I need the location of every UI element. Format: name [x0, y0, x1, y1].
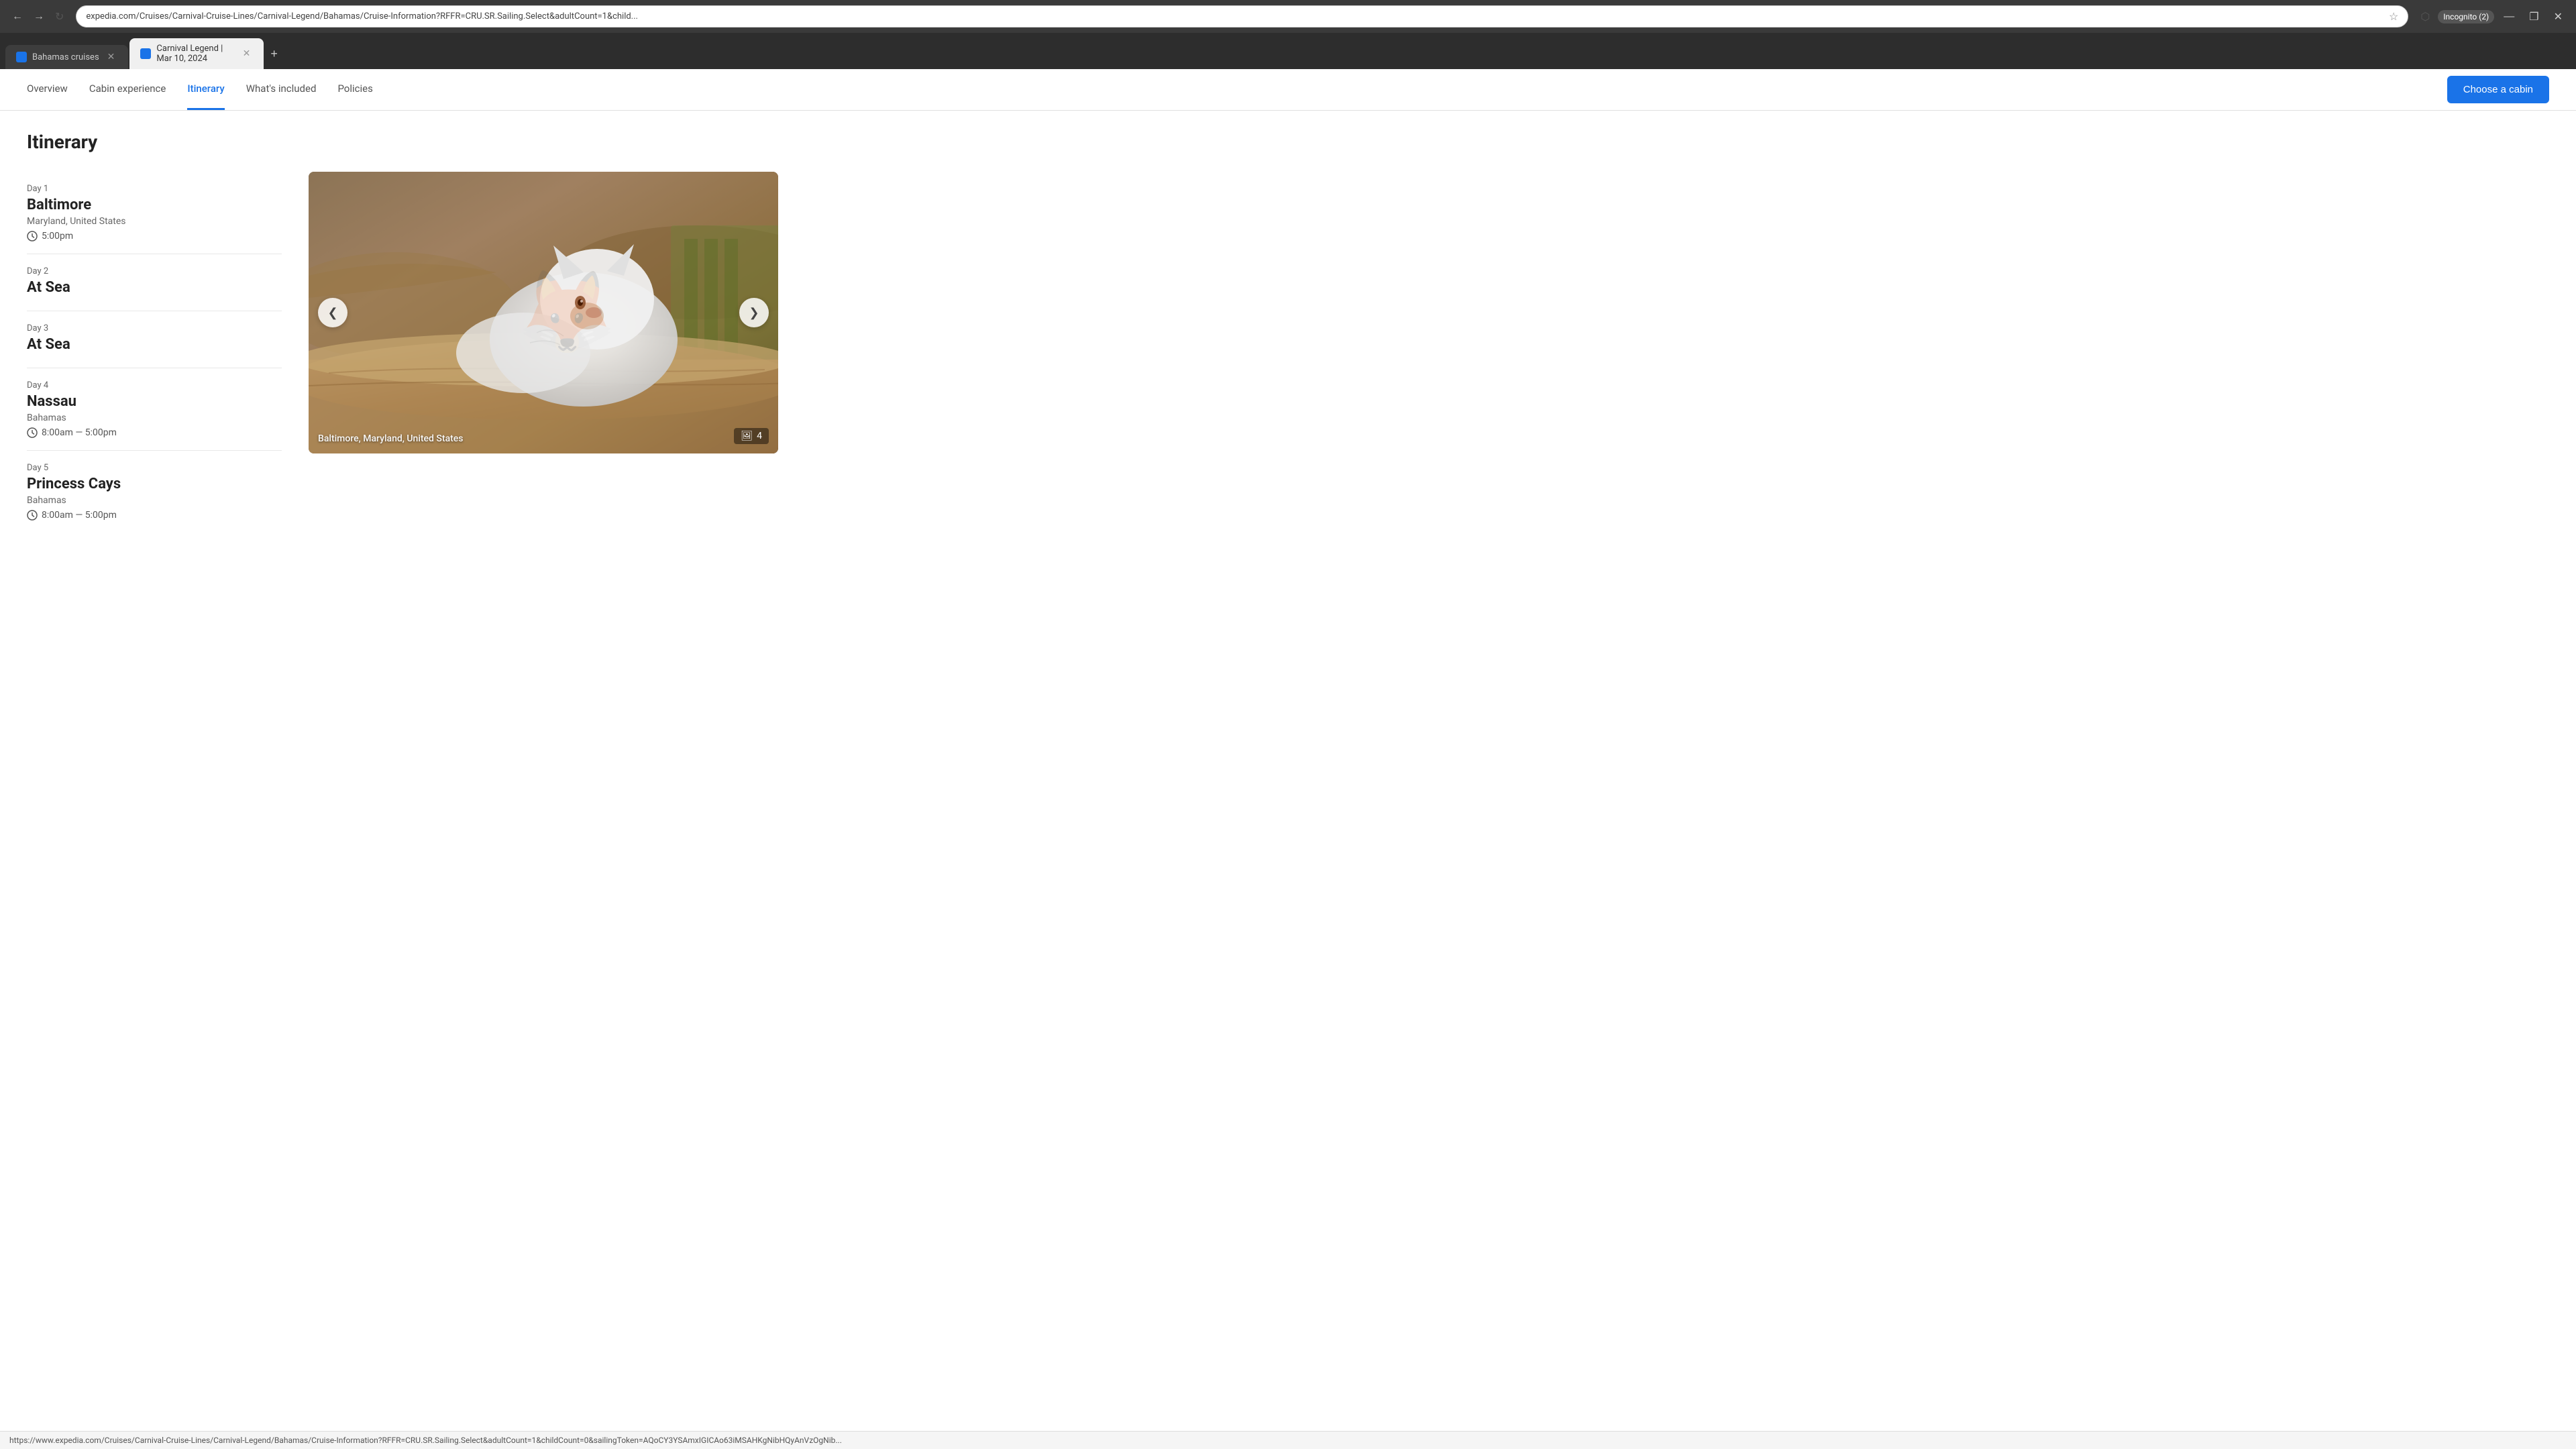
- gallery-icon: 🖼: [741, 431, 753, 441]
- clock-icon-4: [27, 427, 38, 438]
- incognito-badge[interactable]: Incognito (2): [2438, 10, 2494, 23]
- browser-window-controls: ← → ↻ expedia.com/Cruises/Carnival-Cruis…: [0, 0, 2576, 33]
- tab-cabin-experience[interactable]: Cabin experience: [89, 69, 166, 110]
- browser-actions: ⬡ Incognito (2) — ❐ ✕: [2416, 7, 2568, 26]
- tab-itinerary[interactable]: Itinerary: [187, 69, 224, 110]
- image-panel: ❮ ❯ Baltimore, Maryland, United States 🖼…: [309, 172, 778, 533]
- status-bar: https://www.expedia.com/Cruises/Carnival…: [0, 1431, 2576, 1449]
- minimize-button[interactable]: —: [2498, 11, 2520, 23]
- day-item-2: Day 2 At Sea: [27, 254, 282, 311]
- tab-close-2[interactable]: ✕: [240, 47, 254, 60]
- day-location-2: At Sea: [27, 279, 282, 296]
- image-count-badge: 🖼 4: [734, 428, 769, 444]
- image-count-number: 4: [757, 431, 762, 441]
- itinerary-list: Day 1 Baltimore Maryland, United States …: [27, 172, 282, 533]
- destination-image-container: ❮ ❯ Baltimore, Maryland, United States 🖼…: [309, 172, 778, 453]
- tab-carnival-legend[interactable]: Carnival Legend | Mar 10, 2024 ✕: [129, 38, 264, 69]
- site-navigation: Overview Cabin experience Itinerary What…: [0, 69, 2576, 111]
- day-label-3: Day 3: [27, 323, 282, 333]
- tab-favicon-2: [140, 48, 151, 59]
- day-location-3: At Sea: [27, 336, 282, 353]
- day-location-5: Princess Cays: [27, 476, 282, 492]
- address-text: expedia.com/Cruises/Carnival-Cruise-Line…: [86, 11, 2383, 21]
- tab-title-1: Bahamas cruises: [32, 52, 99, 62]
- content-layout: Day 1 Baltimore Maryland, United States …: [27, 172, 778, 533]
- tab-overview[interactable]: Overview: [27, 69, 68, 110]
- close-window-button[interactable]: ✕: [2548, 10, 2568, 23]
- day-sublocation-1: Maryland, United States: [27, 216, 282, 227]
- nav-tabs: Overview Cabin experience Itinerary What…: [27, 69, 373, 110]
- destination-image: [309, 172, 778, 453]
- new-tab-button[interactable]: +: [265, 44, 283, 64]
- day-time-text-4: 8:00am — 5:00pm: [42, 427, 117, 438]
- day-time-text-1: 5:00pm: [42, 231, 73, 241]
- day-label-5: Day 5: [27, 463, 282, 473]
- day-item-1: Day 1 Baltimore Maryland, United States …: [27, 172, 282, 254]
- tab-bar: Bahamas cruises ✕ Carnival Legend | Mar …: [0, 33, 2576, 69]
- day-time-text-5: 8:00am — 5:00pm: [42, 510, 117, 521]
- day-label-4: Day 4: [27, 380, 282, 390]
- tab-whats-included[interactable]: What's included: [246, 69, 317, 110]
- tab-title-2: Carnival Legend | Mar 10, 2024: [156, 44, 234, 64]
- address-bar[interactable]: expedia.com/Cruises/Carnival-Cruise-Line…: [76, 5, 2408, 28]
- chevron-right-icon: ❯: [749, 306, 759, 320]
- day-time-5: 8:00am — 5:00pm: [27, 510, 282, 521]
- chevron-left-icon: ❮: [327, 306, 337, 320]
- day-sublocation-4: Bahamas: [27, 413, 282, 423]
- page-content: Overview Cabin experience Itinerary What…: [0, 69, 2576, 1438]
- clock-icon-1: [27, 231, 38, 241]
- bookmark-icon[interactable]: ☆: [2389, 10, 2398, 23]
- page-title: Itinerary: [27, 131, 778, 153]
- day-location-1: Baltimore: [27, 197, 282, 213]
- image-next-button[interactable]: ❯: [739, 298, 769, 327]
- nav-buttons: ← → ↻: [8, 7, 68, 26]
- day-item-4: Day 4 Nassau Bahamas 8:00am — 5:00pm: [27, 368, 282, 451]
- tab-favicon-1: [16, 52, 27, 62]
- tab-policies[interactable]: Policies: [337, 69, 372, 110]
- status-url: https://www.expedia.com/Cruises/Carnival…: [9, 1436, 842, 1445]
- forward-button[interactable]: →: [30, 7, 48, 26]
- day-label-2: Day 2: [27, 266, 282, 276]
- day-label-1: Day 1: [27, 184, 282, 194]
- main-content: Itinerary Day 1 Baltimore Maryland, Unit…: [0, 111, 805, 553]
- day-item-5: Day 5 Princess Cays Bahamas 8:00am — 5:0…: [27, 451, 282, 533]
- image-caption: Baltimore, Maryland, United States: [318, 433, 711, 444]
- day-location-4: Nassau: [27, 393, 282, 410]
- day-item-3: Day 3 At Sea: [27, 311, 282, 368]
- image-prev-button[interactable]: ❮: [318, 298, 347, 327]
- choose-cabin-button[interactable]: Choose a cabin: [2447, 76, 2549, 103]
- maximize-button[interactable]: ❐: [2524, 10, 2544, 23]
- back-button[interactable]: ←: [8, 7, 27, 26]
- day-sublocation-5: Bahamas: [27, 495, 282, 506]
- day-time-1: 5:00pm: [27, 231, 282, 241]
- extensions-button[interactable]: ⬡: [2416, 7, 2434, 26]
- day-time-4: 8:00am — 5:00pm: [27, 427, 282, 438]
- refresh-button[interactable]: ↻: [51, 7, 68, 26]
- tab-bahamas-cruises[interactable]: Bahamas cruises ✕: [5, 45, 128, 69]
- tab-close-1[interactable]: ✕: [105, 50, 118, 64]
- clock-icon-5: [27, 510, 38, 521]
